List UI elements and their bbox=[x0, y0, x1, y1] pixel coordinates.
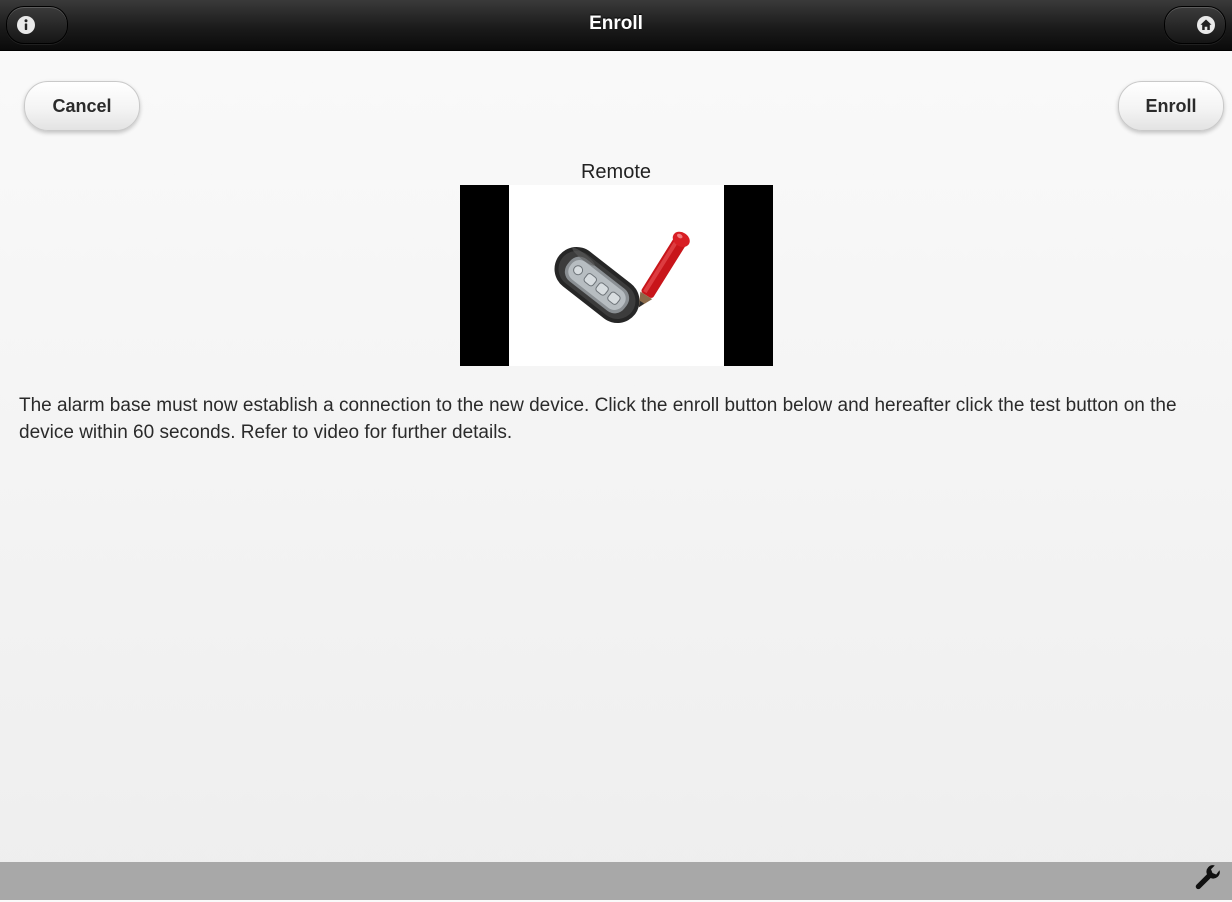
instructions-text: The alarm base must now establish a conn… bbox=[19, 395, 1177, 443]
device-image bbox=[460, 185, 773, 366]
header-bar: Enroll bbox=[0, 0, 1232, 51]
home-button[interactable] bbox=[1164, 6, 1226, 44]
enroll-button[interactable]: Enroll bbox=[1118, 81, 1224, 131]
remote-keyfob-pencil-icon bbox=[554, 231, 690, 324]
device-label: Remote bbox=[580, 161, 652, 183]
home-icon bbox=[1197, 16, 1215, 34]
wrench-icon[interactable] bbox=[1192, 865, 1224, 897]
footer-bar bbox=[0, 862, 1232, 900]
page-title: Enroll bbox=[589, 13, 643, 34]
cancel-button[interactable]: Cancel bbox=[24, 81, 140, 131]
